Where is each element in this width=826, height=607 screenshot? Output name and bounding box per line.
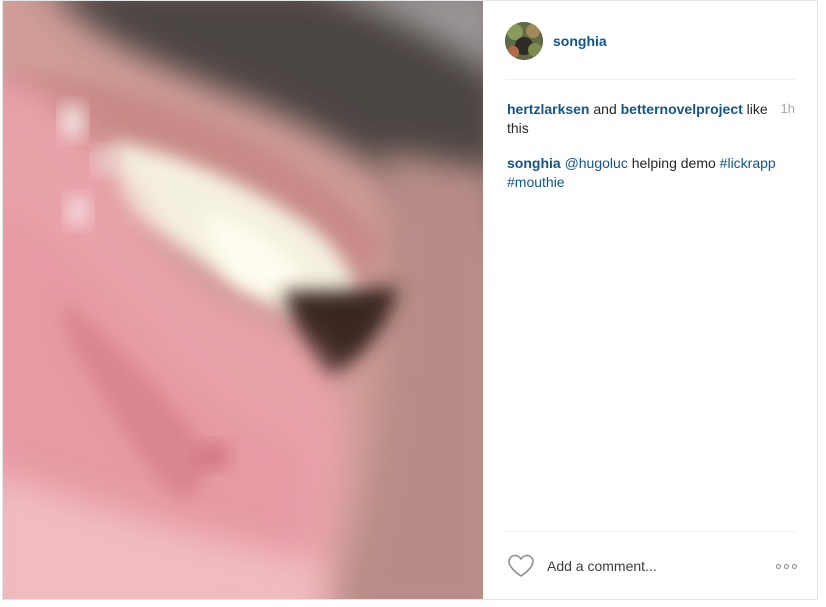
caption-hashtag[interactable]: #mouthie — [507, 174, 565, 190]
post-sidebar: songhia hertzlarksen and betternovelproj… — [483, 1, 817, 599]
post-photo[interactable] — [3, 1, 483, 599]
likes-conjunction: and — [589, 101, 621, 117]
more-options-icon[interactable] — [776, 560, 797, 573]
post-timestamp[interactable]: 1h — [781, 101, 795, 116]
liker-username[interactable]: betternovelproject — [621, 101, 743, 117]
divider — [505, 79, 795, 80]
photo-image — [3, 1, 483, 599]
comment-row — [507, 551, 797, 581]
likes-line: hertzlarksen and betternovelproject like… — [507, 100, 777, 138]
liker-username[interactable]: hertzlarksen — [507, 101, 589, 117]
avatar[interactable] — [505, 22, 543, 60]
post-caption: songhia @hugoluc helping demo #lickrapp … — [507, 154, 807, 192]
divider — [505, 531, 795, 532]
caption-hashtag[interactable]: #lickrapp — [720, 155, 776, 171]
caption-text: helping demo — [627, 155, 720, 171]
more-dot — [792, 563, 797, 569]
caption-author-username[interactable]: songhia — [507, 155, 561, 171]
more-dot — [776, 563, 781, 569]
post-author-username[interactable]: songhia — [553, 33, 607, 49]
comment-input[interactable] — [547, 558, 747, 574]
post-card: songhia hertzlarksen and betternovelproj… — [2, 0, 818, 600]
post-header: songhia — [505, 21, 607, 61]
heart-icon[interactable] — [507, 554, 535, 578]
caption-mention[interactable]: @hugoluc — [565, 155, 628, 171]
more-dot — [784, 563, 789, 569]
avatar-image — [505, 22, 543, 60]
